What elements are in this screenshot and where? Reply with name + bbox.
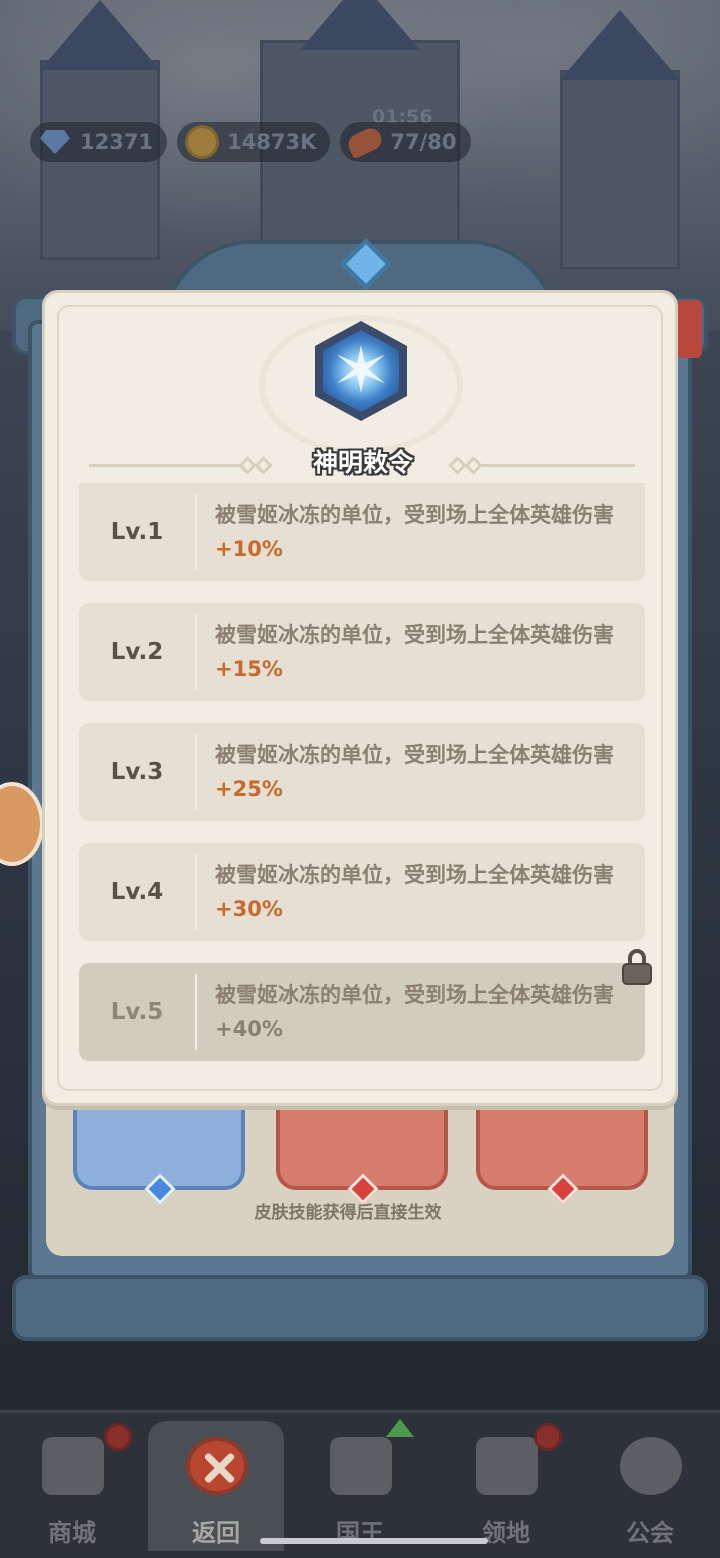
nav-shop[interactable]: 商城 <box>4 1421 140 1551</box>
level-bonus: +30% <box>215 897 283 921</box>
nav-king[interactable]: 国王 <box>292 1419 428 1551</box>
level-bonus: +40% <box>215 1017 283 1041</box>
nav-guild[interactable]: 公会 <box>582 1421 718 1551</box>
nav-label: 商城 <box>48 1519 96 1547</box>
level-effect-text: 被雪姬冰冻的单位，受到场上全体英雄伤害 <box>215 503 614 527</box>
title-divider-right <box>465 464 635 467</box>
level-description: 被雪姬冰冻的单位，受到场上全体英雄伤害 +30% <box>197 858 645 926</box>
close-icon <box>186 1437 248 1495</box>
level-label: Lv.2 <box>110 639 164 665</box>
level-effect-text: 被雪姬冰冻的单位，受到场上全体英雄伤害 <box>215 983 614 1007</box>
crown-icon <box>330 1437 392 1495</box>
level-effect-text: 被雪姬冰冻的单位，受到场上全体英雄伤害 <box>215 623 614 647</box>
frame-bottom-bar <box>12 1275 708 1341</box>
bottom-nav: 商城 返回 国王 领地 公会 <box>0 1410 720 1558</box>
level-row-2: Lv.2 被雪姬冰冻的单位，受到场上全体英雄伤害 +15% <box>79 603 645 701</box>
level-row-3: Lv.3 被雪姬冰冻的单位，受到场上全体英雄伤害 +25% <box>79 723 645 821</box>
notification-dot <box>534 1423 562 1451</box>
planet-icon <box>620 1437 682 1495</box>
level-label: Lv.5 <box>110 999 164 1025</box>
level-row-1: Lv.1 被雪姬冰冻的单位，受到场上全体英雄伤害 +10% <box>79 483 645 581</box>
notification-dot <box>104 1423 132 1451</box>
skill-detail-popup: 神明敕令 Lv.1 被雪姬冰冻的单位，受到场上全体英雄伤害 +10% Lv.2 被… <box>42 290 678 1106</box>
resource-bar: 12371 14873K 77/80 <box>30 120 471 164</box>
level-description: 被雪姬冰冻的单位，受到场上全体英雄伤害 +10% <box>197 498 645 566</box>
home-indicator[interactable] <box>260 1538 488 1544</box>
lock-icon <box>621 949 653 987</box>
skill-level-list: Lv.1 被雪姬冰冻的单位，受到场上全体英雄伤害 +10% Lv.2 被雪姬冰冻的… <box>79 483 652 1083</box>
castle-icon <box>476 1437 538 1495</box>
skin-skill-hint: 皮肤技能获得后直接生效 <box>254 1203 442 1223</box>
level-bonus: +10% <box>215 537 283 561</box>
gold-counter[interactable]: 14873K <box>177 122 331 162</box>
stamina-value: 77/80 <box>390 130 457 154</box>
level-bonus: +25% <box>215 777 283 801</box>
level-label: Lv.4 <box>110 879 164 905</box>
title-divider-left <box>89 464 259 467</box>
level-description: 被雪姬冰冻的单位，受到场上全体英雄伤害 +40% <box>197 978 645 1046</box>
level-description: 被雪姬冰冻的单位，受到场上全体英雄伤害 +15% <box>197 618 645 686</box>
skill-title: 神明敕令 <box>312 448 413 477</box>
level-row-5-locked: Lv.5 被雪姬冰冻的单位，受到场上全体英雄伤害 +40% <box>79 949 652 1061</box>
stamina-counter[interactable]: 77/80 <box>340 122 471 162</box>
level-label: Lv.3 <box>110 759 164 785</box>
side-tab[interactable] <box>676 300 702 358</box>
nav-territory[interactable]: 领地 <box>438 1421 574 1551</box>
level-description: 被雪姬冰冻的单位，受到场上全体英雄伤害 +25% <box>197 738 645 806</box>
level-bonus: +15% <box>215 657 283 681</box>
gold-value: 14873K <box>227 130 317 154</box>
level-label: Lv.1 <box>110 519 164 545</box>
upgrade-arrow-icon <box>386 1419 414 1437</box>
nav-label: 公会 <box>626 1519 674 1547</box>
gem-counter[interactable]: 12371 <box>30 122 168 162</box>
gold-coin-icon <box>183 124 221 160</box>
nav-back[interactable]: 返回 <box>148 1421 284 1551</box>
shop-icon <box>42 1437 104 1495</box>
level-effect-text: 被雪姬冰冻的单位，受到场上全体英雄伤害 <box>215 863 614 887</box>
gem-icon <box>36 124 74 160</box>
meat-icon <box>345 124 386 160</box>
level-effect-text: 被雪姬冰冻的单位，受到场上全体英雄伤害 <box>215 743 614 767</box>
gem-value: 12371 <box>80 130 154 154</box>
level-row-4: Lv.4 被雪姬冰冻的单位，受到场上全体英雄伤害 +30% <box>79 843 645 941</box>
